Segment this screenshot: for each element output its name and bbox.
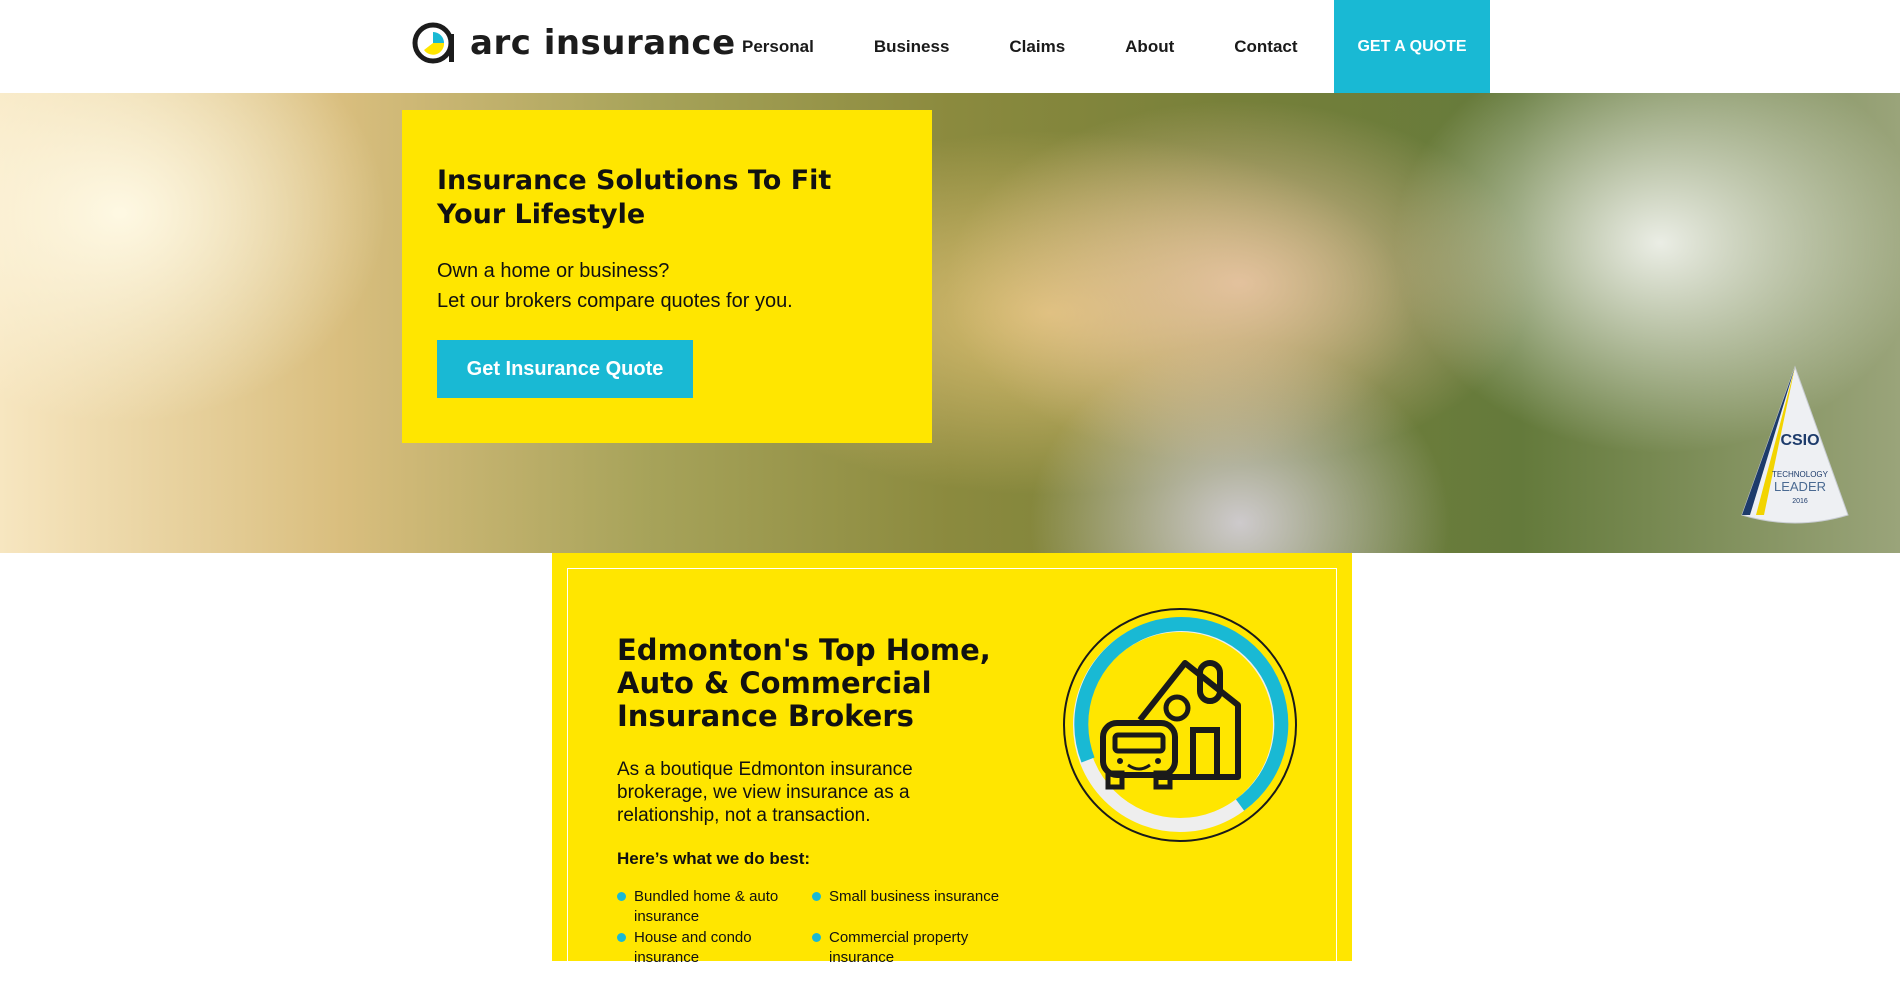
list-item: Bundled home & auto insurance bbox=[617, 887, 794, 927]
site-header: arc insurance Personal Business Claims A… bbox=[0, 0, 1900, 93]
hero-banner: Insurance Solutions To Fit Your Lifestyl… bbox=[0, 93, 1900, 553]
list-item-text: House and condo insurance bbox=[634, 929, 752, 966]
badge-year: 2016 bbox=[1792, 498, 1808, 505]
hero-subtitle-line-2: Let our brokers compare quotes for you. bbox=[437, 290, 793, 312]
nav-claims[interactable]: Claims bbox=[1009, 37, 1065, 57]
arc-logo-icon bbox=[412, 22, 454, 64]
hero-title: Insurance Solutions To Fit Your Lifestyl… bbox=[437, 165, 832, 230]
badge-brand: CSIO bbox=[1780, 432, 1819, 449]
home-auto-illustration-icon bbox=[1063, 608, 1297, 842]
nav-contact[interactable]: Contact bbox=[1234, 37, 1297, 57]
get-insurance-quote-button[interactable]: Get Insurance Quote bbox=[437, 340, 693, 398]
list-item-text: Small business insurance bbox=[829, 888, 1000, 905]
logo-text: arc insurance bbox=[470, 23, 736, 63]
nav-business[interactable]: Business bbox=[874, 37, 950, 57]
nav-personal[interactable]: Personal bbox=[742, 37, 814, 57]
badge-line-1: TECHNOLOGY bbox=[1772, 470, 1829, 479]
list-item-text: Commercial property insurance bbox=[829, 929, 969, 966]
csio-technology-leader-badge: CSIO TECHNOLOGY LEADER 2016 bbox=[1741, 365, 1849, 524]
list-item-text: Bundled home & auto insurance bbox=[634, 888, 779, 925]
bullet-dot-icon bbox=[812, 933, 821, 942]
nav-about[interactable]: About bbox=[1125, 37, 1174, 57]
badge-line-2: LEADER bbox=[1774, 479, 1826, 494]
main-nav: Personal Business Claims About Contact bbox=[742, 0, 1298, 93]
bullet-dot-icon bbox=[617, 892, 626, 901]
get-a-quote-button[interactable]: GET A QUOTE bbox=[1334, 0, 1490, 93]
intro-section: Edmonton's Top Home, Auto & Commercial I… bbox=[552, 553, 1352, 990]
bullet-dot-icon bbox=[617, 933, 626, 942]
list-item: Small business insurance bbox=[812, 887, 1029, 907]
list-item: Commercial property insurance bbox=[812, 928, 989, 968]
services-label: Here’s what we do best: bbox=[617, 849, 811, 868]
bullet-dot-icon bbox=[812, 892, 821, 901]
hero-card: Insurance Solutions To Fit Your Lifestyl… bbox=[402, 110, 932, 443]
hero-subtitle-line-1: Own a home or business? bbox=[437, 260, 670, 282]
logo[interactable]: arc insurance bbox=[412, 19, 736, 67]
list-item: House and condo insurance bbox=[617, 928, 794, 968]
section-title: Edmonton's Top Home, Auto & Commercial I… bbox=[617, 633, 991, 733]
section-description: As a boutique Edmonton insurance brokera… bbox=[617, 759, 913, 826]
